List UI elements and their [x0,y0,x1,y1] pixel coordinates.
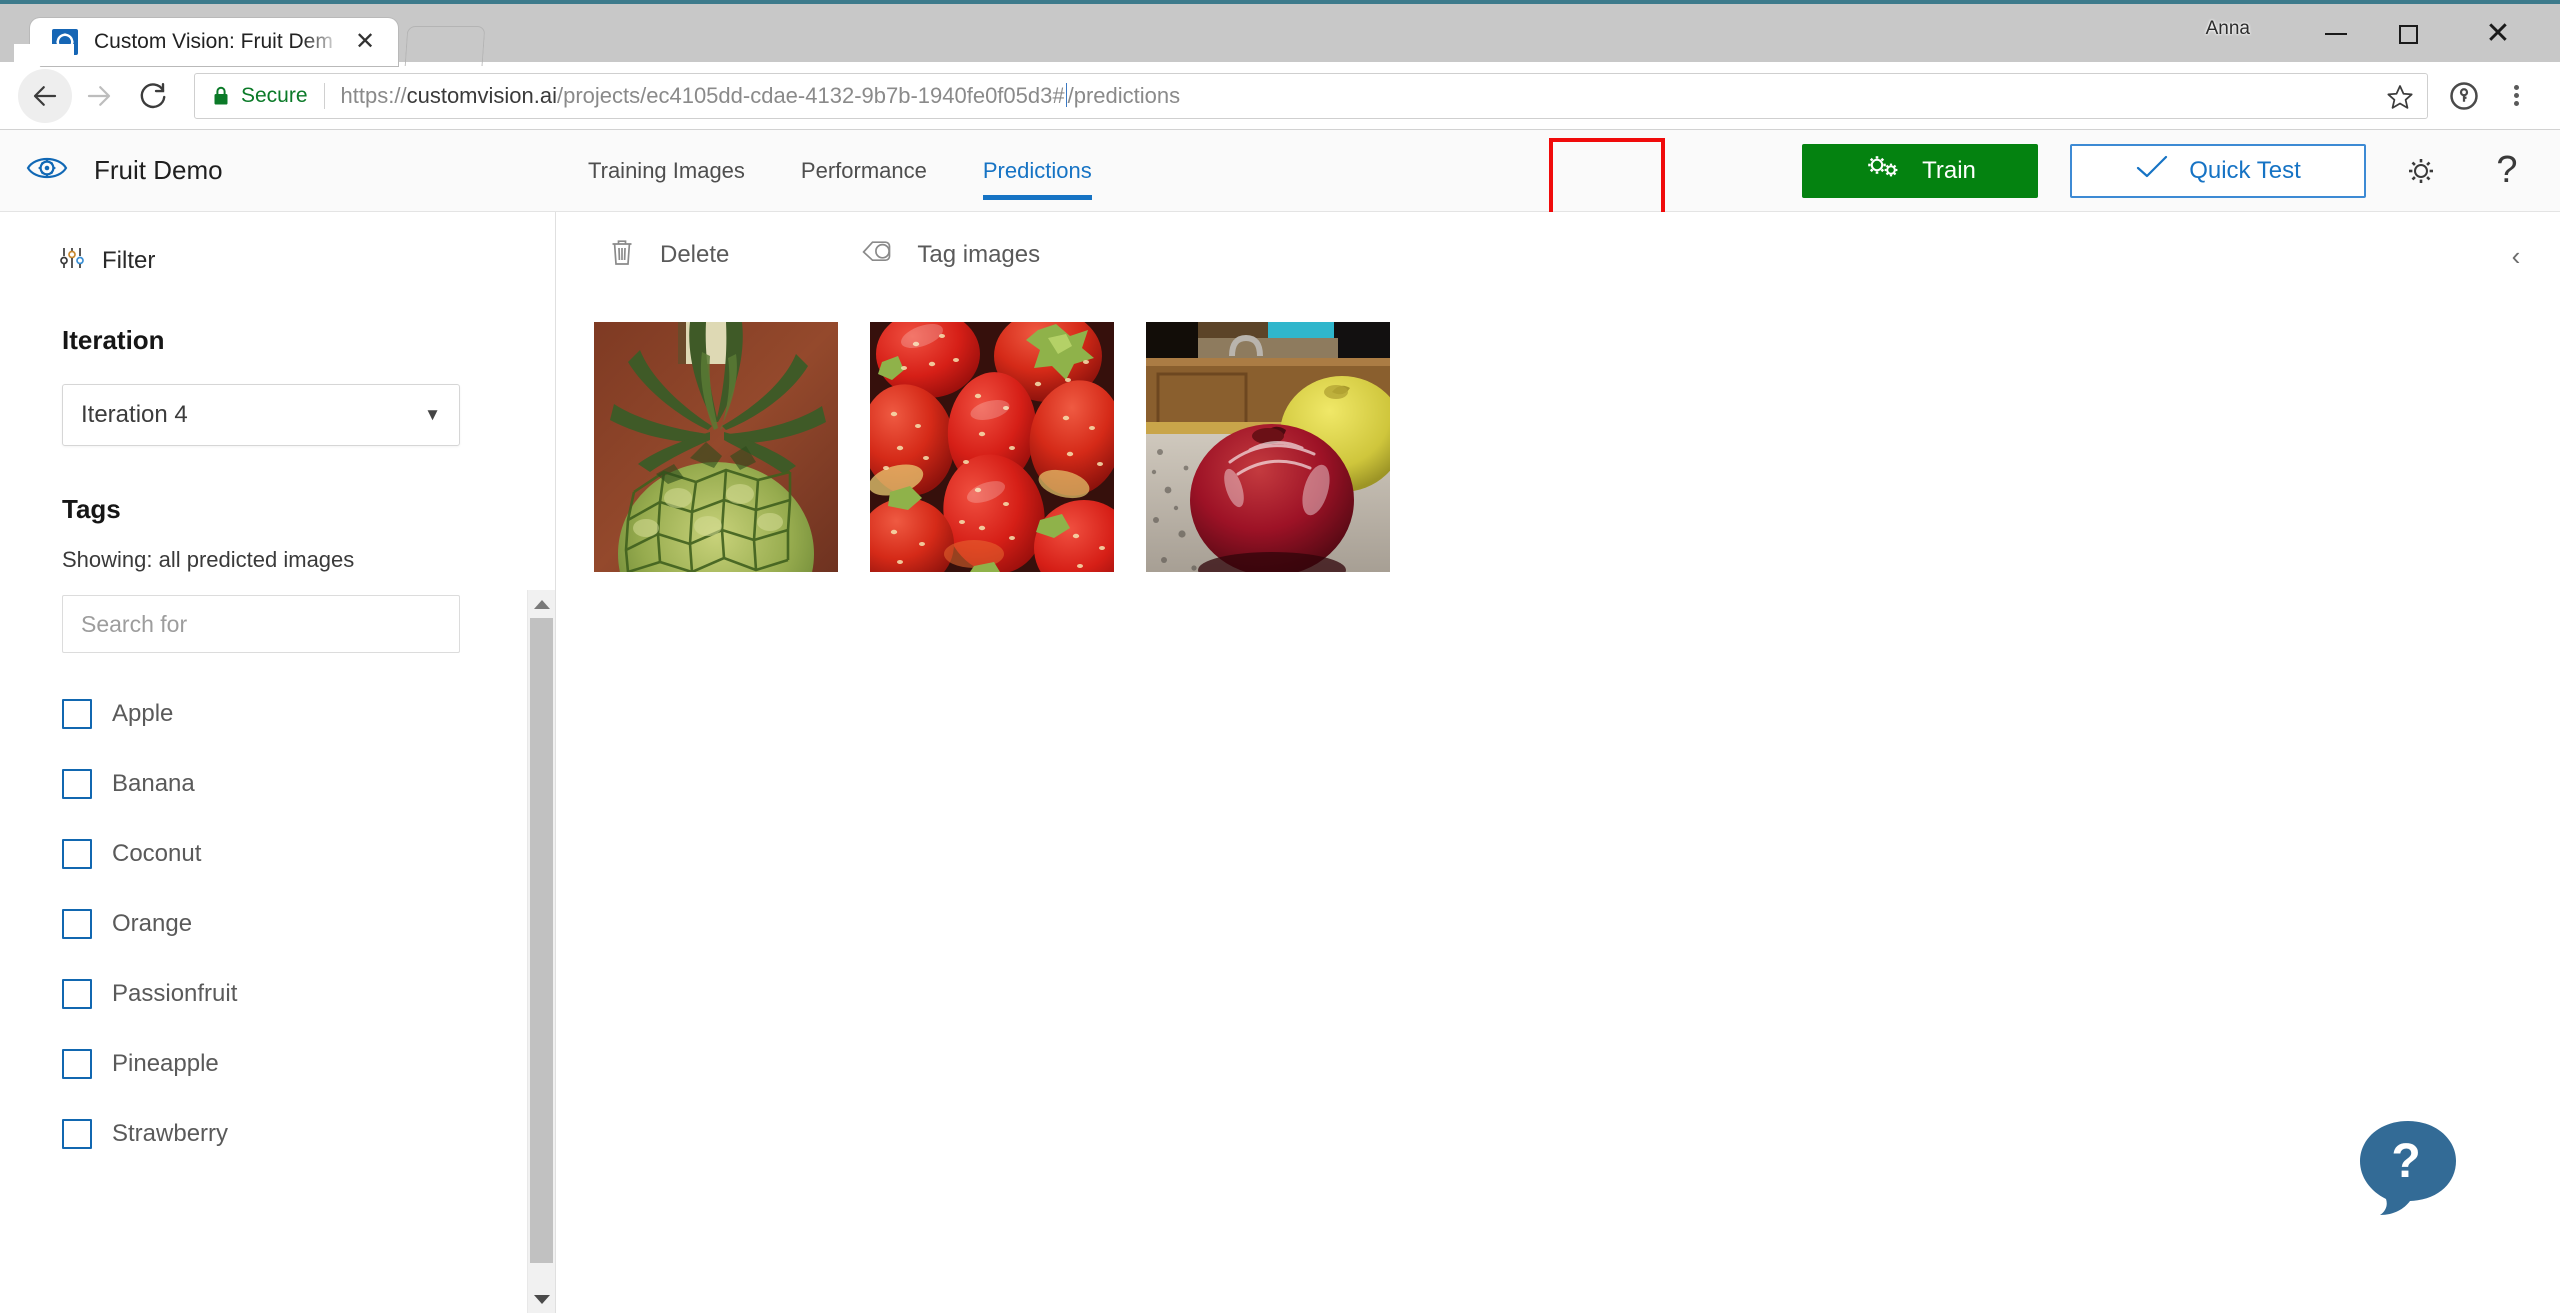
profile-name-label: Anna [2205,18,2250,39]
page-title: Fruit Demo [94,155,223,185]
scroll-down-arrow-icon[interactable] [528,1285,555,1313]
gears-icon [1864,153,1902,188]
tag-label: Passionfruit [112,980,238,1007]
minimize-button[interactable] [2300,8,2372,60]
close-icon: ✕ [2485,17,2511,50]
checkbox[interactable] [62,1119,92,1149]
tab-training-images[interactable]: Training Images [560,130,773,212]
browser-tab[interactable]: Custom Vision: Fruit Dem ✕ [14,18,398,66]
three-dot-menu-icon[interactable] [2490,70,2542,122]
help-chat-bubble-icon[interactable]: ? [2356,1115,2460,1219]
tag-label: Strawberry [112,1120,229,1147]
tag-filter-banana[interactable]: Banana [0,749,555,819]
quick-test-label: Quick Test [2189,156,2301,184]
app-nav-tabs: Training Images Performance Predictions [560,130,1120,212]
iteration-heading: Iteration [62,325,165,355]
prediction-thumbnail-pineapple[interactable] [594,322,838,572]
chevron-left-icon[interactable]: ‹ [2500,240,2532,272]
tag-filter-orange[interactable]: Orange [0,889,555,959]
sidebar: Filter Iteration Iteration 4 ▼ Tags Show… [0,212,556,1313]
tab-strip: Custom Vision: Fruit Dem ✕ [0,4,2560,66]
checkbox[interactable] [62,979,92,1009]
checkbox[interactable] [62,839,92,869]
tag-label: Orange [112,910,193,937]
checkbox[interactable] [62,769,92,799]
iteration-selected-value: Iteration 4 [81,401,188,428]
prediction-thumbnail-apple[interactable] [1146,322,1390,572]
custom-vision-favicon [52,29,78,55]
close-window-button[interactable]: ✕ [2462,8,2534,60]
tag-filter-passionfruit[interactable]: Passionfruit [0,959,555,1029]
trash-icon [608,237,636,274]
reload-icon[interactable] [126,69,180,123]
tag-filter-coconut[interactable]: Coconut [0,819,555,889]
tab-title: Custom Vision: Fruit Dem [94,30,333,53]
tag-images-button[interactable]: Tag images [847,225,1054,285]
train-button[interactable]: Train [1802,143,2038,198]
scrollbar-thumb[interactable] [530,618,553,1263]
tag-icon [861,237,893,274]
filter-header[interactable]: Filter [0,230,555,277]
header-actions: Train Quick Test ? [1802,140,2560,202]
quick-test-button[interactable]: Quick Test [2070,143,2366,198]
tab-predictions[interactable]: Predictions [955,130,1120,212]
tag-label: Apple [112,700,174,727]
custom-vision-eye-gear-logo [26,153,68,188]
tab-performance[interactable]: Performance [773,130,955,212]
security-label: Secure [241,83,308,107]
password-extension-icon[interactable] [2438,70,2490,122]
train-button-label: Train [1922,156,1976,184]
chevron-down-icon: ▼ [424,405,441,424]
tab-close-icon[interactable]: ✕ [352,29,378,55]
address-bar[interactable]: Secure https://customvision.ai/projects/… [194,72,2428,119]
checkbox[interactable] [62,909,92,939]
predictions-gallery [556,298,2560,572]
tag-label: Coconut [112,840,202,867]
scroll-up-arrow-icon[interactable] [528,590,555,618]
tags-heading: Tags [62,494,121,524]
tags-showing-text: Showing: all predicted images [62,547,355,572]
tag-filter-list: Apple Banana Coconut Orange Passionfruit [0,679,555,1169]
page-body: Filter Iteration Iteration 4 ▼ Tags Show… [0,212,2560,1313]
prediction-thumbnail-strawberries[interactable] [870,322,1114,572]
tag-filter-apple[interactable]: Apple [0,679,555,749]
url-text: https://customvision.ai/projects/ec4105d… [340,82,1181,108]
back-arrow-icon[interactable] [18,68,72,123]
title-bar: Custom Vision: Fruit Dem ✕ Anna ✕ [0,0,2560,66]
browser-window: Custom Vision: Fruit Dem ✕ Anna ✕ Secure… [0,0,2560,1313]
app-header: Fruit Demo Training Images Performance P… [0,130,2560,246]
svg-text:?: ? [2391,1135,2420,1188]
sliders-filter-icon [58,244,86,277]
forward-arrow-icon[interactable] [72,69,126,123]
iteration-dropdown[interactable]: Iteration 4 ▼ [62,384,460,446]
brand-area: Fruit Demo [0,153,560,188]
main-content: Delete Tag images ‹ ? [556,212,2560,1313]
delete-button[interactable]: Delete [594,225,743,285]
tag-label: Pineapple [112,1050,219,1077]
question-mark-icon[interactable]: ? [2476,140,2538,202]
tag-label: Banana [112,770,195,797]
checkbox[interactable] [62,1049,92,1079]
gear-icon[interactable] [2390,140,2452,202]
filter-label: Filter [102,246,156,274]
images-toolbar: Delete Tag images ‹ [556,212,2560,298]
browser-toolbar: Secure https://customvision.ai/projects/… [0,62,2560,130]
tag-filter-strawberry[interactable]: Strawberry [0,1099,555,1169]
maximize-button[interactable] [2372,8,2444,60]
checkbox[interactable] [62,699,92,729]
delete-label: Delete [660,241,730,268]
sidebar-scrollbar[interactable] [527,590,555,1313]
search-input[interactable] [62,595,460,653]
new-tab-button[interactable] [404,26,486,66]
checkmark-icon [2135,154,2169,187]
omnibox-divider [323,82,325,109]
tag-images-label: Tag images [917,241,1041,268]
lock-icon [213,86,229,105]
bookmark-star-icon[interactable] [2383,80,2417,114]
tag-filter-pineapple[interactable]: Pineapple [0,1029,555,1099]
